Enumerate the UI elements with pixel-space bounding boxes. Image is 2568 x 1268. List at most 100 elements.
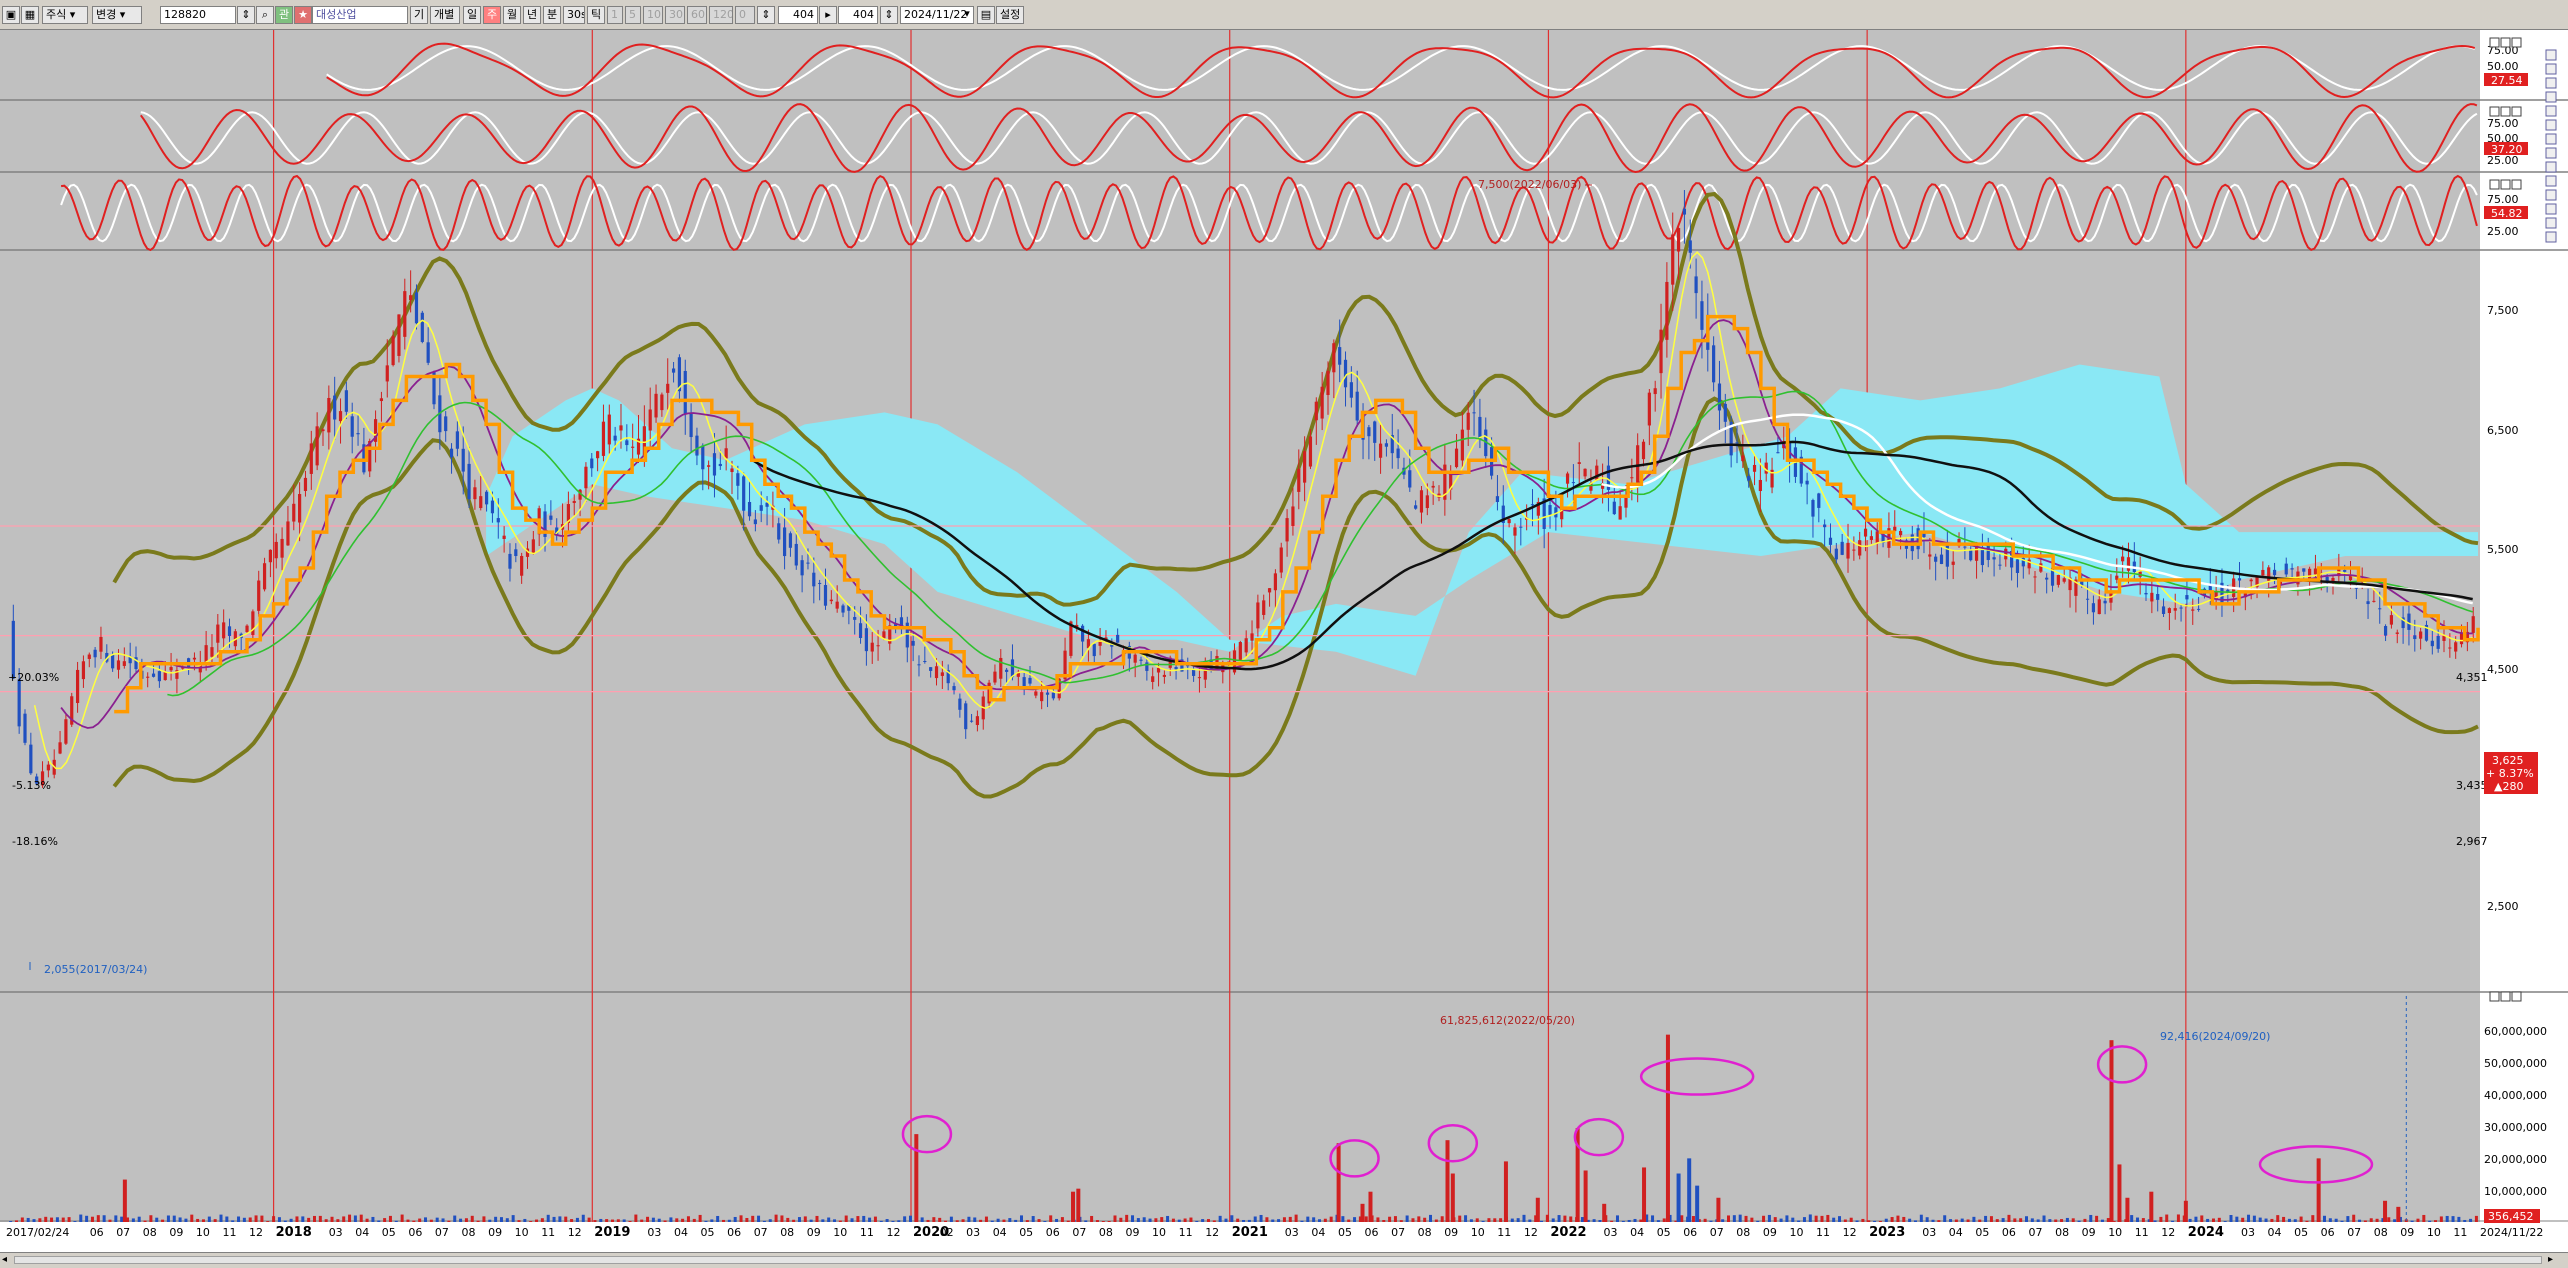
drawing-tool-icon[interactable]	[2545, 161, 2557, 173]
candle-body	[1367, 427, 1371, 437]
drawing-tool-icon[interactable]	[2545, 175, 2557, 187]
time-axis-label: 11	[2135, 1226, 2149, 1239]
tab-week[interactable]: 주	[483, 6, 501, 24]
time-axis-label: 10	[833, 1226, 847, 1239]
stock-name-field[interactable]: 대성산업	[312, 6, 408, 24]
horizontal-scrollbar[interactable]	[14, 1256, 2542, 1264]
tab-minute[interactable]: 분	[543, 6, 561, 24]
stock-code-input[interactable]: 128820	[160, 6, 236, 24]
candle-body	[2430, 640, 2434, 647]
volume-spike-bar	[2117, 1164, 2122, 1222]
candle-body	[1244, 638, 1248, 653]
tab-month-label: 월	[507, 8, 518, 21]
volume-bar	[277, 1217, 281, 1222]
candle-body	[1156, 667, 1161, 673]
minute-option-5[interactable]: 5	[625, 6, 641, 24]
candle-body	[1647, 392, 1651, 426]
drawing-tool-icon[interactable]	[2545, 133, 2557, 145]
panel-control-icon[interactable]	[2511, 106, 2522, 117]
market-select[interactable]: 주식 ▾	[42, 6, 88, 24]
time-axis-label: 10	[196, 1226, 210, 1239]
minute-option-30[interactable]: 30	[665, 6, 685, 24]
panel-control-icon[interactable]	[2500, 37, 2511, 48]
grid-icon[interactable]: ▦	[21, 6, 39, 24]
menu-icon[interactable]: ▣	[2, 6, 20, 24]
calendar-spin-icon[interactable]: ⇕	[880, 6, 898, 24]
candle-body	[403, 291, 407, 337]
mode-select[interactable]: 변경 ▾	[92, 6, 142, 24]
tab-year[interactable]: 년	[523, 6, 541, 24]
drawing-tool-icon[interactable]	[2545, 49, 2557, 61]
volume-bar	[1423, 1217, 1427, 1222]
volume-bar	[2463, 1219, 2467, 1222]
volume-bar	[838, 1220, 842, 1222]
volume-bar	[2235, 1216, 2239, 1222]
minute-option-60[interactable]: 60	[687, 6, 707, 24]
volume-bar	[1475, 1218, 1479, 1222]
candle-body	[2366, 601, 2370, 605]
minute-option-10[interactable]: 10	[643, 6, 663, 24]
scroll-left-icon[interactable]: ◂	[2, 1254, 7, 1265]
candle-body	[426, 342, 430, 363]
panel-control-icon[interactable]	[2489, 37, 2500, 48]
candle-body	[2237, 578, 2242, 581]
tab-month[interactable]: 월	[503, 6, 521, 24]
candle-body	[1279, 547, 1283, 573]
candle-body	[467, 463, 471, 500]
volume-bar	[44, 1216, 48, 1222]
period-button-2[interactable]: 개별	[430, 6, 460, 24]
panel-control-icon[interactable]	[2511, 991, 2522, 1002]
volume-bar	[55, 1217, 59, 1222]
print-icon[interactable]: ▤	[977, 6, 995, 24]
volume-bar	[540, 1218, 544, 1222]
drawing-tool-icon[interactable]	[2545, 91, 2557, 103]
minute-option-0[interactable]: 0	[735, 6, 755, 24]
candle-body	[455, 431, 459, 449]
minute-option-1[interactable]: 1	[607, 6, 623, 24]
tab-tick[interactable]: 틱	[587, 6, 605, 24]
minute-option-120[interactable]: 120	[709, 6, 733, 24]
settings-button[interactable]: 설정	[996, 6, 1024, 24]
panel-control-icon[interactable]	[2500, 991, 2511, 1002]
drawing-tool-icon[interactable]	[2545, 217, 2557, 229]
volume-bar	[1107, 1220, 1111, 1222]
drawing-tool-icon[interactable]	[2545, 119, 2557, 131]
volume-bar	[955, 1220, 959, 1222]
period-button-1[interactable]: 기	[410, 6, 428, 24]
candle-body	[111, 655, 115, 669]
panel-control-icon[interactable]	[2500, 179, 2511, 190]
tab-30s[interactable]: 30s	[563, 6, 585, 24]
drawing-tool-icon[interactable]	[2545, 203, 2557, 215]
panel-control-icon[interactable]	[2489, 106, 2500, 117]
arrow-icon[interactable]: ▸	[819, 6, 837, 24]
related-icon[interactable]: 관	[275, 6, 293, 24]
volume-bar	[1633, 1218, 1637, 1222]
drawing-tool-icon[interactable]	[2545, 147, 2557, 159]
scroll-right-icon[interactable]: ▸	[2548, 1254, 2553, 1265]
tab-day[interactable]: 일	[463, 6, 481, 24]
favorite-icon[interactable]: ★	[294, 6, 312, 24]
drawing-tool-icon[interactable]	[2545, 231, 2557, 243]
drawing-tool-icon[interactable]	[2545, 63, 2557, 75]
drawing-tool-icon[interactable]	[2545, 189, 2557, 201]
search-icon[interactable]: ⌕	[256, 6, 274, 24]
candle-body	[952, 686, 956, 691]
panel-control-icon[interactable]	[2500, 106, 2511, 117]
volume-bar	[1703, 1218, 1707, 1222]
candle-body	[812, 572, 816, 587]
candle-body	[1303, 451, 1307, 483]
drawing-tool-icon[interactable]	[2545, 77, 2557, 89]
volume-bar	[1382, 1220, 1386, 1222]
count-input-2[interactable]: 404	[838, 6, 878, 24]
panel-control-icon[interactable]	[2489, 991, 2500, 1002]
volume-bar	[1756, 1220, 1760, 1222]
panel-control-icon[interactable]	[2511, 37, 2522, 48]
spin-icon[interactable]: ⇕	[237, 6, 255, 24]
panel-control-icon[interactable]	[2511, 179, 2522, 190]
count-input-1[interactable]: 404	[778, 6, 818, 24]
drawing-tool-icon[interactable]	[2545, 105, 2557, 117]
spin-up-icon[interactable]: ⇕	[757, 6, 775, 24]
volume-bar	[2369, 1218, 2373, 1222]
chevron-down-icon[interactable]: ▾	[958, 6, 976, 24]
panel-control-icon[interactable]	[2489, 179, 2500, 190]
